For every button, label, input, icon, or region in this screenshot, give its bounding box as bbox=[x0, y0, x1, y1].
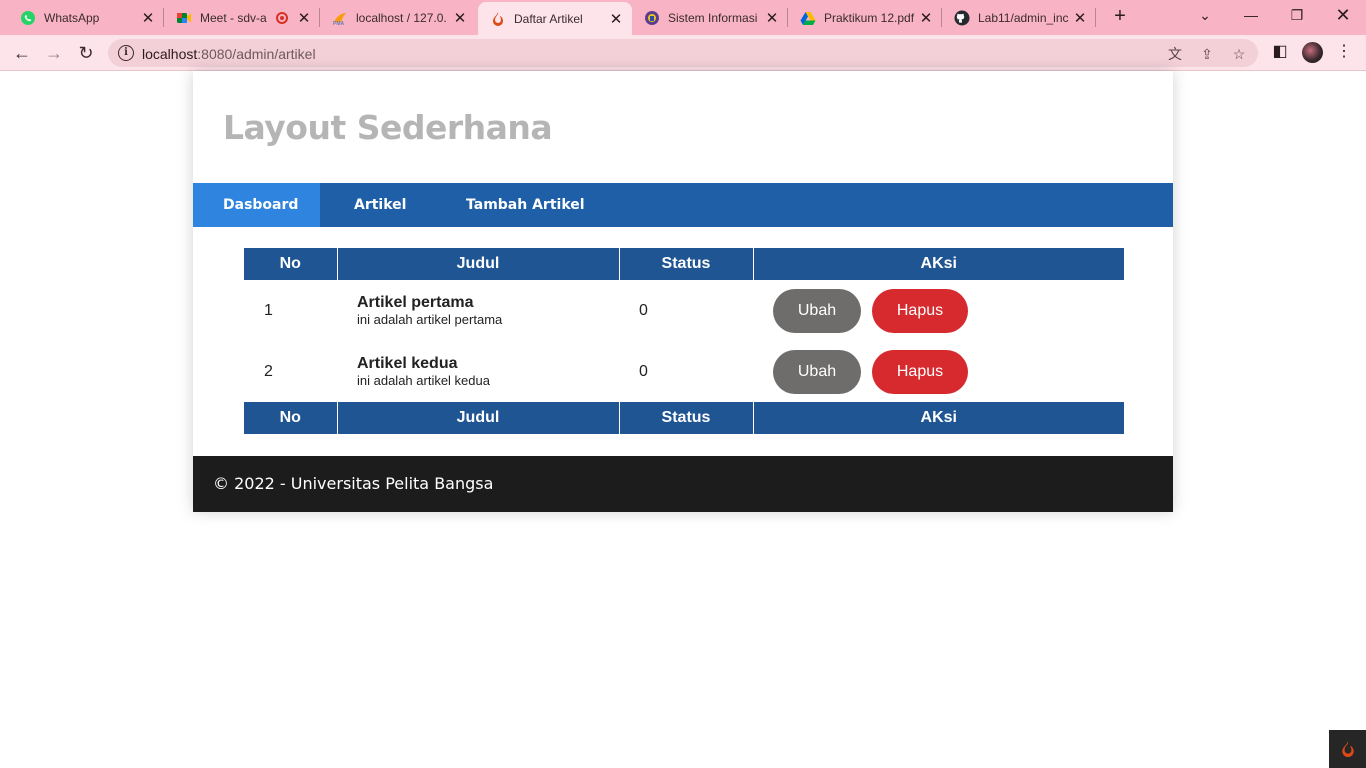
tab-title: Sistem Informasi bbox=[668, 10, 758, 25]
url-host: localhost bbox=[142, 46, 198, 62]
address-bar[interactable]: i localhost:8080/admin/artikel 文 ⇪ ☆ bbox=[108, 39, 1258, 67]
main-nav: Dasboard Artikel Tambah Artikel bbox=[193, 183, 1173, 227]
tab-title: Praktikum 12.pdf bbox=[824, 10, 915, 25]
whatsapp-icon bbox=[20, 10, 36, 26]
row-actions: Ubah Hapus bbox=[753, 341, 1124, 402]
column-footer-aksi: AKsi bbox=[753, 402, 1124, 434]
table-row: 2 Artikel kedua ini adalah artikel kedua… bbox=[244, 341, 1124, 402]
svg-text:PMA: PMA bbox=[333, 21, 345, 26]
table-row: 1 Artikel pertama ini adalah artikel per… bbox=[244, 280, 1124, 341]
row-judul: Artikel pertama ini adalah artikel perta… bbox=[337, 280, 619, 341]
column-header-aksi: AKsi bbox=[753, 248, 1124, 280]
site-footer: © 2022 - Universitas Pelita Bangsa bbox=[193, 456, 1173, 512]
meet-icon bbox=[176, 10, 192, 26]
table-footer-row: No Judul Status AKsi bbox=[244, 402, 1124, 434]
tab-title: WhatsApp bbox=[44, 10, 100, 25]
page-container: Layout Sederhana Dasboard Artikel Tambah… bbox=[193, 71, 1173, 512]
reload-icon[interactable]: ↻ bbox=[73, 40, 99, 66]
row-status: 0 bbox=[639, 362, 648, 380]
row-judul: Artikel kedua ini adalah artikel kedua bbox=[337, 341, 619, 402]
menu-kebab-icon[interactable]: ⋮ bbox=[1333, 41, 1355, 63]
phpmyadmin-icon: PMA bbox=[332, 10, 348, 26]
close-tab-icon[interactable]: ✕ bbox=[606, 10, 626, 28]
close-tab-icon[interactable]: ✕ bbox=[450, 9, 470, 27]
row-actions: Ubah Hapus bbox=[753, 280, 1124, 341]
tab-title: Lab11/admin_inc bbox=[978, 10, 1069, 25]
ubah-button[interactable]: Ubah bbox=[773, 349, 861, 394]
column-footer-status: Status bbox=[619, 402, 754, 434]
new-tab-button[interactable]: + bbox=[1108, 5, 1132, 29]
site-title: Layout Sederhana bbox=[223, 108, 553, 147]
tab-title: Daftar Artikel bbox=[514, 11, 583, 26]
column-header-no: No bbox=[244, 248, 338, 280]
hapus-button[interactable]: Hapus bbox=[872, 349, 968, 394]
tab-daftar-artikel[interactable]: Daftar Artikel ✕ bbox=[478, 2, 632, 35]
row-status: 0 bbox=[639, 301, 648, 319]
browser-toolbar: ← → ↻ i localhost:8080/admin/artikel 文 ⇪… bbox=[0, 35, 1366, 71]
table-header-row: No Judul Status AKsi bbox=[244, 248, 1124, 280]
row-number: 1 bbox=[264, 301, 273, 319]
tab-search-chevron-icon[interactable]: ⌄ bbox=[1182, 0, 1228, 32]
artikel-table: No Judul Status AKsi 1 Artikel pertama i… bbox=[244, 248, 1124, 434]
tab-sistem-informasi[interactable]: Sistem Informasi ✕ bbox=[632, 0, 788, 35]
translate-icon[interactable]: 文 bbox=[1166, 45, 1184, 63]
back-arrow-icon[interactable]: ← bbox=[9, 40, 35, 66]
google-drive-icon bbox=[800, 10, 816, 26]
profile-avatar[interactable] bbox=[1302, 42, 1323, 63]
restore-icon[interactable]: ❐ bbox=[1274, 0, 1320, 32]
tab-separator bbox=[1095, 8, 1096, 27]
close-tab-icon[interactable]: ✕ bbox=[138, 9, 158, 27]
site-header: Layout Sederhana bbox=[193, 71, 1173, 183]
github-icon bbox=[954, 10, 970, 26]
column-header-judul: Judul bbox=[337, 248, 620, 280]
ubah-button[interactable]: Ubah bbox=[773, 288, 861, 333]
close-tab-icon[interactable]: ✕ bbox=[1070, 9, 1090, 27]
close-window-icon[interactable]: ✕ bbox=[1320, 0, 1366, 32]
share-icon[interactable]: ⇪ bbox=[1198, 45, 1216, 63]
column-footer-judul: Judul bbox=[337, 402, 620, 434]
artikel-description: ini adalah artikel pertama bbox=[357, 311, 503, 327]
tab-title: localhost / 127.0. bbox=[356, 10, 447, 25]
forward-arrow-icon[interactable]: → bbox=[41, 40, 67, 66]
site-info-icon[interactable]: i bbox=[118, 45, 134, 61]
url-text: localhost:8080/admin/artikel bbox=[142, 46, 316, 62]
artikel-title: Artikel kedua bbox=[357, 354, 458, 372]
browser-tab-strip: WhatsApp ✕ Meet - sdv-a ✕ PMA localhost … bbox=[0, 0, 1366, 35]
university-icon bbox=[644, 10, 660, 26]
tab-praktikum-pdf[interactable]: Praktikum 12.pdf ✕ bbox=[788, 0, 942, 35]
minimize-icon[interactable]: — bbox=[1228, 0, 1274, 32]
nav-artikel[interactable]: Artikel bbox=[354, 183, 406, 227]
close-tab-icon[interactable]: ✕ bbox=[294, 9, 314, 27]
row-number: 2 bbox=[264, 362, 273, 380]
bookmark-star-icon[interactable]: ☆ bbox=[1230, 45, 1248, 63]
close-tab-icon[interactable]: ✕ bbox=[916, 9, 936, 27]
nav-tambah-artikel[interactable]: Tambah Artikel bbox=[466, 183, 585, 227]
tab-title: Meet - sdv-a bbox=[200, 10, 267, 25]
tab-whatsapp[interactable]: WhatsApp ✕ bbox=[8, 0, 164, 35]
tab-github[interactable]: Lab11/admin_inc ✕ bbox=[942, 0, 1096, 35]
url-path: :8080/admin/artikel bbox=[197, 46, 316, 62]
column-footer-no: No bbox=[244, 402, 338, 434]
nav-dasboard[interactable]: Dasboard bbox=[193, 183, 320, 227]
tab-meet[interactable]: Meet - sdv-a ✕ bbox=[164, 0, 320, 35]
tab-phpmyadmin[interactable]: PMA localhost / 127.0. ✕ bbox=[320, 0, 476, 35]
recording-indicator-icon bbox=[276, 11, 288, 24]
hapus-button[interactable]: Hapus bbox=[872, 288, 968, 333]
artikel-title: Artikel pertama bbox=[357, 293, 474, 311]
artikel-description: ini adalah artikel kedua bbox=[357, 372, 490, 388]
close-tab-icon[interactable]: ✕ bbox=[762, 9, 782, 27]
codeigniter-icon bbox=[490, 11, 506, 27]
column-header-status: Status bbox=[619, 248, 754, 280]
side-panel-icon[interactable]: ◧ bbox=[1269, 41, 1291, 63]
codeigniter-debug-toolbar-icon[interactable] bbox=[1329, 730, 1366, 768]
